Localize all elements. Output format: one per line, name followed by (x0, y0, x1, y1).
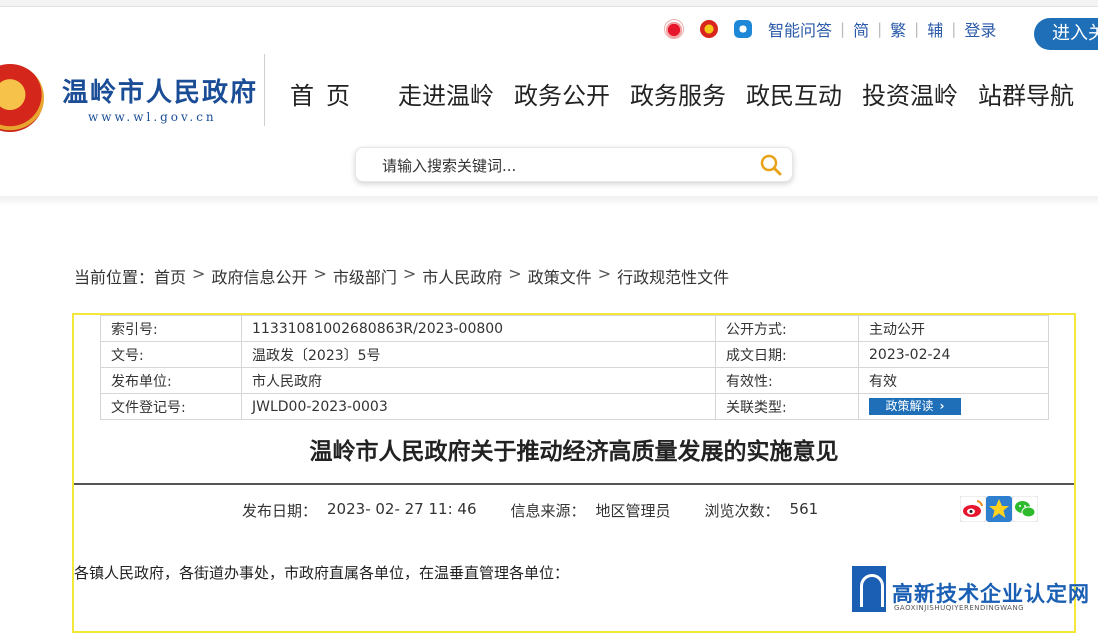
top-strip (0, 0, 1098, 7)
article-title: 温岭市人民政府关于推动经济高质量发展的实施意见 (309, 439, 839, 465)
accessibility-link[interactable]: 辅 (927, 17, 943, 41)
breadcrumb: 当前位置： 首页 > 政府信息公开 > 市级部门 > 市人民政府 > 政策文件 … (74, 264, 729, 288)
nav-home[interactable]: 首页 (280, 80, 372, 112)
article-first-paragraph: 各镇人民政府，各街道办事处，市政府直属各单位，在温垂直管理各单位： (74, 564, 570, 582)
breadcrumb-prefix: 当前位置： (74, 268, 155, 287)
party-icon[interactable] (700, 20, 718, 38)
nav-interaction[interactable]: 政民互动 (736, 80, 852, 112)
meta-key: 有效性: (715, 367, 859, 394)
policy-button-label: 政策解读 (885, 399, 934, 413)
nav-about[interactable]: 走进温岭 (388, 80, 504, 112)
main-nav: 首页 走进温岭 政务公开 政务服务 政民互动 投资温岭 站群导航 (280, 80, 1084, 112)
breadcrumb-separator: > (508, 264, 522, 283)
views-count: 561 (789, 500, 819, 518)
weibo-icon[interactable] (664, 19, 684, 39)
util-separator: | (877, 20, 883, 38)
login-link[interactable]: 登录 (964, 17, 996, 41)
breadcrumb-policy-docs[interactable]: 政策文件 (528, 264, 592, 288)
breadcrumb-city-departments[interactable]: 市级部门 (333, 264, 397, 288)
meta-value: 2023-02-24 (858, 341, 1049, 368)
publish-label: 发布日期： (242, 502, 318, 520)
document-meta-table: 索引号: 11331081002680863R/2023-00800 公开方式:… (100, 315, 1049, 420)
meta-value: 11331081002680863R/2023-00800 (241, 315, 716, 342)
nav-site-group[interactable]: 站群导航 (968, 80, 1084, 112)
title-divider (74, 483, 1074, 485)
util-separator: | (914, 20, 920, 38)
nav-services[interactable]: 政务服务 (620, 80, 736, 112)
article-info: 发布日期： 2023- 02- 27 11: 46 信息来源： 地区管理员 浏览… (242, 500, 818, 521)
site-title[interactable]: 温岭市人民政府 (62, 72, 258, 109)
weibo-share-icon[interactable] (960, 496, 986, 522)
wechat-share-icon[interactable] (1012, 496, 1038, 522)
meta-value: 有效 (858, 367, 1049, 394)
meta-value: JWLD00-2023-0003 (241, 393, 716, 420)
meta-key: 索引号: (100, 315, 242, 342)
meta-value: 主动公开 (858, 315, 1049, 342)
table-row: 文件登记号: JWLD00-2023-0003 关联类型: 政策解读 › (100, 393, 1049, 420)
enter-button[interactable]: 进入关 (1034, 18, 1098, 50)
table-row: 索引号: 11331081002680863R/2023-00800 公开方式:… (100, 315, 1049, 342)
meta-value: 市人民政府 (241, 367, 716, 394)
source-value: 地区管理员 (595, 502, 671, 520)
search-box (355, 147, 793, 182)
meta-key: 文件登记号: (100, 393, 242, 420)
share-bar (960, 496, 1038, 522)
breadcrumb-separator: > (313, 264, 327, 283)
breadcrumb-separator: > (402, 264, 417, 283)
breadcrumb-info-disclosure[interactable]: 政府信息公开 (211, 264, 307, 288)
watermark-subtext: GAOXINJISHUQIYERENDINGWANG (894, 604, 1025, 612)
source-label: 信息来源： (510, 502, 586, 520)
views-label: 浏览次数： (704, 502, 780, 520)
meta-value: 温政发〔2023〕5号 (241, 341, 716, 368)
nav-gov-affairs[interactable]: 政务公开 (504, 80, 620, 112)
table-row: 发布单位: 市人民政府 有效性: 有效 (100, 367, 1049, 394)
policy-interpretation-button[interactable]: 政策解读 › (869, 398, 961, 415)
publish-date: 2023- 02- 27 11: 46 (327, 500, 477, 518)
site-url: www.wl.gov.cn (88, 110, 217, 124)
watermark-a-icon (852, 566, 886, 612)
meta-key: 文号: (100, 341, 242, 368)
smart-qa-link[interactable]: 智能问答 (768, 17, 832, 41)
logo-divider (264, 54, 265, 126)
traditional-link[interactable]: 繁 (890, 17, 906, 41)
meta-key: 公开方式: (715, 315, 859, 342)
header-shadow (0, 196, 1098, 206)
utility-bar: 智能问答 | 简 | 繁 | 辅 | 登录 (664, 18, 996, 40)
meta-key: 成文日期: (715, 341, 859, 368)
breadcrumb-city-gov[interactable]: 市人民政府 (422, 264, 502, 288)
util-separator: | (840, 20, 846, 38)
breadcrumb-home[interactable]: 首页 (154, 264, 186, 288)
breadcrumb-separator: > (192, 264, 206, 283)
breadcrumb-separator: > (597, 264, 612, 283)
meta-key: 发布单位: (100, 367, 242, 394)
nav-investment[interactable]: 投资温岭 (852, 80, 968, 112)
simplified-link[interactable]: 简 (853, 17, 869, 41)
search-icon[interactable] (760, 154, 782, 176)
breadcrumb-normative-docs[interactable]: 行政规范性文件 (617, 264, 729, 288)
chevron-right-icon: › (939, 399, 945, 413)
meta-value-cell: 政策解读 › (858, 393, 1049, 420)
table-row: 文号: 温政发〔2023〕5号 成文日期: 2023-02-24 (100, 341, 1049, 368)
meta-key: 关联类型: (715, 393, 859, 420)
app-icon[interactable] (734, 20, 752, 38)
search-input[interactable] (380, 154, 744, 178)
star-share-icon[interactable] (986, 496, 1012, 522)
national-emblem-icon (0, 64, 44, 132)
util-separator: | (951, 20, 957, 38)
watermark-logo: 高新技术企业认定网 GAOXINJISHUQIYERENDINGWANG (852, 566, 1098, 616)
